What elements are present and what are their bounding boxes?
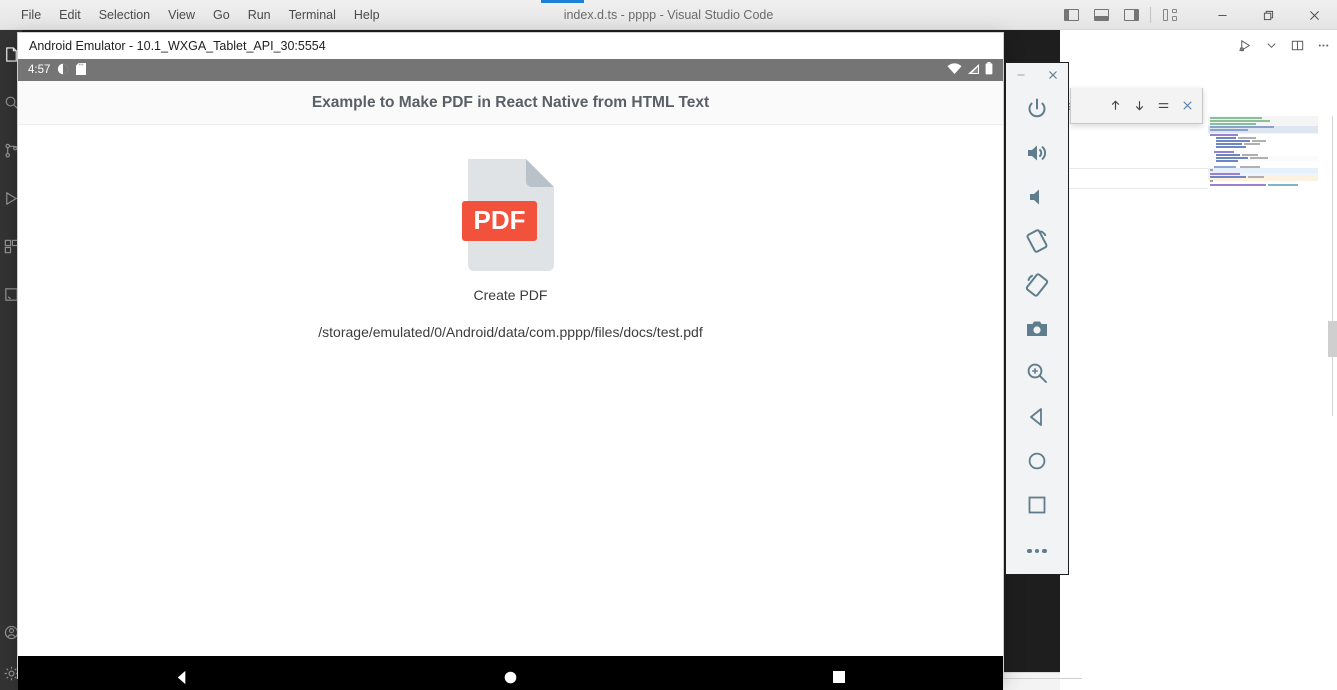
emulator-toolbar-window-controls xyxy=(1006,63,1068,87)
active-tab-accent xyxy=(541,0,584,3)
emulator-title: Android Emulator - 10.1_WXGA_Tablet_API_… xyxy=(29,39,326,53)
toggle-secondary-sidebar-icon[interactable] xyxy=(1116,0,1146,30)
nav-home-button[interactable] xyxy=(482,656,538,690)
emulator-title-bar[interactable]: Android Emulator - 10.1_WXGA_Tablet_API_… xyxy=(18,33,1003,59)
window-minimize-button[interactable] xyxy=(1199,0,1245,30)
menu-item-go[interactable]: Go xyxy=(204,4,239,26)
android-emulator-window[interactable]: Android Emulator - 10.1_WXGA_Tablet_API_… xyxy=(18,33,1003,690)
customize-layout-icon[interactable] xyxy=(1155,0,1185,30)
nav-back-button[interactable] xyxy=(154,656,210,690)
emulator-screenshot-button[interactable] xyxy=(1015,307,1059,351)
menu-item-file[interactable]: File xyxy=(12,4,50,26)
create-pdf-button-label[interactable]: Create PDF xyxy=(474,287,548,303)
android-status-bar: 4:57 xyxy=(18,59,1003,81)
menu-bar: File Edit Selection View Go Run Terminal… xyxy=(0,4,389,26)
pdf-file-icon[interactable]: PDF xyxy=(460,157,562,273)
emulator-toolbar-close-button[interactable] xyxy=(1044,66,1062,84)
status-bar-time: 4:57 xyxy=(28,64,51,76)
more-actions-icon[interactable] xyxy=(1311,34,1335,56)
menu-item-edit[interactable]: Edit xyxy=(50,4,90,26)
split-editor-icon[interactable] xyxy=(1285,34,1309,56)
emulator-extended-controls-button[interactable] xyxy=(1015,533,1059,569)
app-header: Example to Make PDF in React Native from… xyxy=(18,81,1003,125)
find-in-selection-icon[interactable] xyxy=(1152,95,1174,117)
find-previous-icon[interactable] xyxy=(1104,95,1126,117)
do-not-disturb-icon xyxy=(57,63,69,78)
emulator-rotate-left-button[interactable] xyxy=(1015,219,1059,263)
menu-item-run[interactable]: Run xyxy=(239,4,280,26)
android-app-screen[interactable]: Example to Make PDF in React Native from… xyxy=(18,81,1003,656)
emulator-power-button[interactable] xyxy=(1015,87,1059,131)
vscode-title-bar: File Edit Selection View Go Run Terminal… xyxy=(0,0,1337,30)
window-close-button[interactable] xyxy=(1291,0,1337,30)
emulator-volume-down-button[interactable] xyxy=(1015,175,1059,219)
battery-icon xyxy=(985,62,993,78)
editor-content[interactable] xyxy=(1060,116,1337,521)
find-widget xyxy=(1070,88,1203,124)
emulator-rotate-right-button[interactable] xyxy=(1015,263,1059,307)
emulator-volume-up-button[interactable] xyxy=(1015,131,1059,175)
pdf-badge-text: PDF xyxy=(473,205,525,235)
toggle-primary-sidebar-icon[interactable] xyxy=(1056,0,1086,30)
sd-card-icon xyxy=(76,62,87,78)
android-navigation-bar xyxy=(18,656,1003,690)
menu-item-help[interactable]: Help xyxy=(345,4,389,26)
emulator-toolbar-minimize-button[interactable] xyxy=(1012,66,1030,84)
title-bar-right xyxy=(1056,0,1337,30)
emulator-back-button[interactable] xyxy=(1015,395,1059,439)
output-path-label: /storage/emulated/0/Android/data/com.ppp… xyxy=(318,324,703,340)
editor-action-bar xyxy=(1233,34,1335,56)
nav-recents-button[interactable] xyxy=(811,656,867,690)
emulator-home-button[interactable] xyxy=(1015,439,1059,483)
run-or-debug-icon[interactable] xyxy=(1233,34,1257,56)
toggle-panel-icon[interactable] xyxy=(1086,0,1116,30)
editor-region: s › Options xyxy=(1060,30,1337,690)
menu-item-view[interactable]: View xyxy=(159,4,204,26)
app-title: Example to Make PDF in React Native from… xyxy=(311,93,710,111)
divider xyxy=(1150,7,1151,23)
window-restore-button[interactable] xyxy=(1245,0,1291,30)
wifi-icon xyxy=(947,62,962,78)
signal-icon xyxy=(967,63,980,78)
emulator-toolbar xyxy=(1005,62,1069,575)
emulator-overview-button[interactable] xyxy=(1015,483,1059,527)
menu-item-terminal[interactable]: Terminal xyxy=(280,4,345,26)
menu-item-selection[interactable]: Selection xyxy=(90,4,159,26)
screen: s › Options xyxy=(0,0,1337,690)
find-close-icon[interactable] xyxy=(1176,95,1198,117)
find-next-icon[interactable] xyxy=(1128,95,1150,117)
emulator-zoom-button[interactable] xyxy=(1015,351,1059,395)
chevron-down-icon[interactable] xyxy=(1259,34,1283,56)
